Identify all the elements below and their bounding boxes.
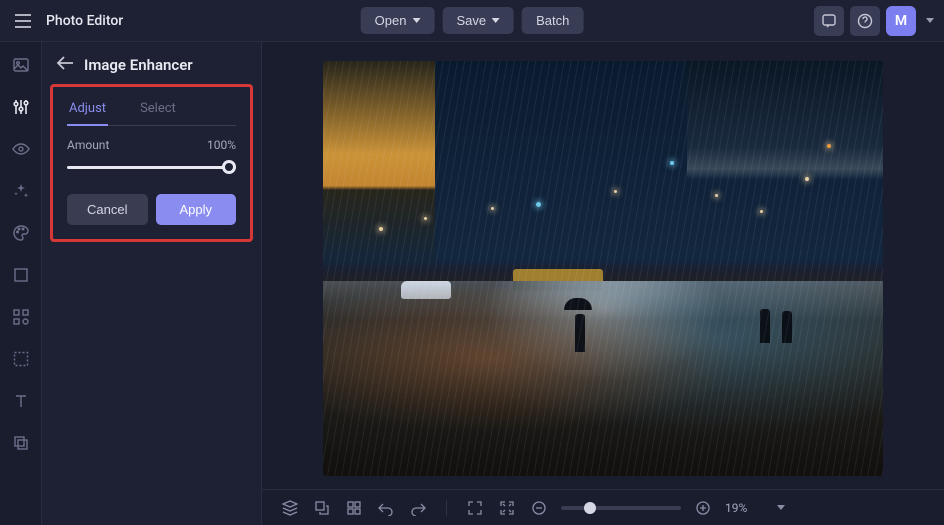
fullscreen-icon[interactable] xyxy=(465,498,485,518)
undo-icon[interactable] xyxy=(376,498,396,518)
zoom-value: 19% xyxy=(725,501,759,515)
frame-icon[interactable] xyxy=(8,346,34,372)
batch-button[interactable]: Batch xyxy=(522,7,583,34)
zoom-slider[interactable] xyxy=(561,506,681,510)
apply-button[interactable]: Apply xyxy=(156,194,237,225)
tool-rail xyxy=(0,42,42,525)
account-chevron-icon[interactable] xyxy=(926,15,934,26)
text-icon[interactable] xyxy=(8,388,34,414)
tab-select[interactable]: Select xyxy=(138,95,178,125)
sparkle-icon[interactable] xyxy=(8,178,34,204)
crop-icon[interactable] xyxy=(8,262,34,288)
panel-title: Image Enhancer xyxy=(84,56,193,74)
compare-icon[interactable] xyxy=(312,498,332,518)
slider-thumb[interactable] xyxy=(222,160,236,174)
image-icon[interactable] xyxy=(8,52,34,78)
app-title: Photo Editor xyxy=(46,13,123,29)
feedback-icon[interactable] xyxy=(814,6,844,36)
palette-icon[interactable] xyxy=(8,220,34,246)
back-arrow-icon[interactable] xyxy=(56,56,74,74)
zoom-out-icon[interactable] xyxy=(529,498,549,518)
open-button[interactable]: Open xyxy=(361,7,435,34)
sliders-icon[interactable] xyxy=(8,94,34,120)
redo-icon[interactable] xyxy=(408,498,428,518)
canvas-area: 19% xyxy=(262,42,944,525)
param-label: Amount xyxy=(67,138,109,152)
zoom-thumb[interactable] xyxy=(584,502,596,514)
fit-icon[interactable] xyxy=(497,498,517,518)
zoom-in-icon[interactable] xyxy=(693,498,713,518)
avatar[interactable]: M xyxy=(886,6,916,36)
help-icon[interactable] xyxy=(850,6,880,36)
param-value: 100% xyxy=(207,138,236,152)
panel-tabs: Adjust Select xyxy=(67,95,236,126)
canvas-image[interactable] xyxy=(323,61,883,476)
top-toolbar: Photo Editor Open Save Batch M xyxy=(0,0,944,42)
layers-icon[interactable] xyxy=(8,430,34,456)
menu-icon[interactable] xyxy=(10,8,36,34)
layers-stack-icon[interactable] xyxy=(280,498,300,518)
elements-icon[interactable] xyxy=(8,304,34,330)
grid-icon[interactable] xyxy=(344,498,364,518)
amount-slider[interactable] xyxy=(67,158,236,176)
bottom-toolbar: 19% xyxy=(262,489,944,525)
eye-icon[interactable] xyxy=(8,136,34,162)
tool-panel: Image Enhancer Adjust Select Amount 100%… xyxy=(42,42,262,525)
save-button[interactable]: Save xyxy=(442,7,514,34)
panel-highlight-box: Adjust Select Amount 100% Cancel Apply xyxy=(50,84,253,242)
cancel-button[interactable]: Cancel xyxy=(67,194,148,225)
zoom-chevron-icon[interactable] xyxy=(771,498,791,518)
tab-adjust[interactable]: Adjust xyxy=(67,95,108,126)
